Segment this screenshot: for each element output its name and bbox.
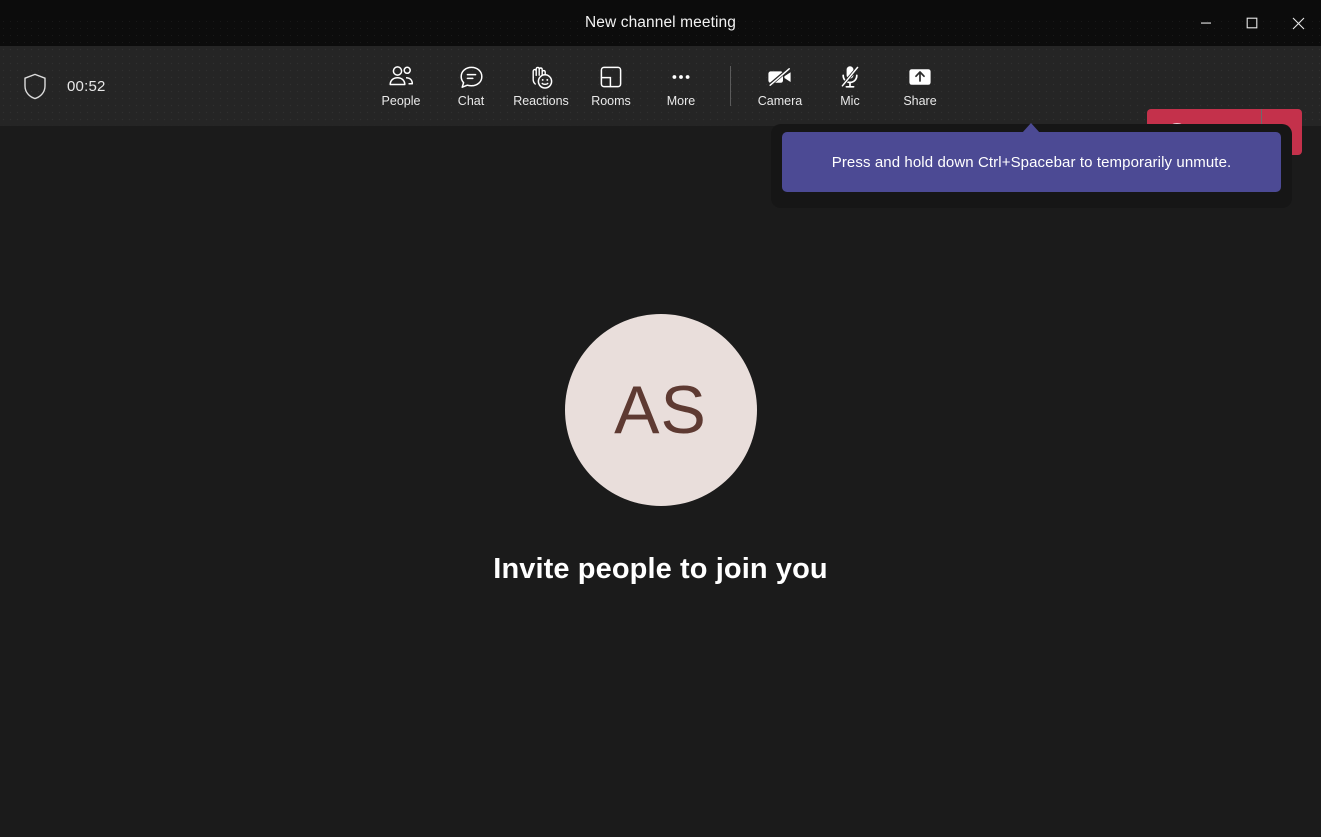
shield-icon[interactable] <box>18 69 52 103</box>
page-title: Invite people to join you <box>493 553 828 585</box>
people-icon <box>388 64 414 90</box>
close-button[interactable] <box>1275 0 1321 46</box>
people-button[interactable]: People <box>366 55 436 117</box>
title-bar: New channel meeting <box>0 0 1321 46</box>
reactions-icon <box>528 64 554 90</box>
chat-icon <box>459 64 484 90</box>
mic-tooltip: Press and hold down Ctrl+Spacebar to tem… <box>782 132 1281 192</box>
camera-button[interactable]: Camera <box>745 55 815 117</box>
rooms-button[interactable]: Rooms <box>576 55 646 117</box>
minimize-button[interactable] <box>1183 0 1229 46</box>
toolbar-center-group: People Chat Reactions Rooms More Camera … <box>0 46 1321 126</box>
more-icon <box>669 64 693 90</box>
meeting-stage: AS Invite people to join you <box>0 126 1321 837</box>
people-label: People <box>381 94 421 109</box>
meeting-toolbar: 00:52 People Chat Reactions Rooms More C… <box>0 46 1321 155</box>
toolbar-media-actions: Camera Mic Share <box>745 55 955 117</box>
window-title: New channel meeting <box>585 14 736 31</box>
meeting-timer: 00:52 <box>67 77 106 95</box>
tooltip-text: Press and hold down Ctrl+Spacebar to tem… <box>831 153 1232 171</box>
more-label: More <box>666 94 696 109</box>
camera-label: Camera <box>757 94 803 109</box>
chat-label: Chat <box>457 94 485 109</box>
tooltip-arrow-icon <box>1022 123 1040 133</box>
toolbar-divider <box>730 66 731 106</box>
reactions-label: Reactions <box>513 94 569 109</box>
stage-content: AS Invite people to join you <box>0 126 1321 774</box>
more-button[interactable]: More <box>646 55 716 117</box>
teams-meeting-window: New channel meeting 00:52 People Chat Re… <box>0 0 1321 837</box>
mic-off-icon <box>838 64 862 90</box>
minimize-icon <box>1200 17 1212 29</box>
share-label: Share <box>903 94 937 109</box>
window-controls <box>1183 0 1321 46</box>
camera-off-icon <box>766 64 794 90</box>
mic-label: Mic <box>840 94 860 109</box>
share-icon <box>906 64 934 90</box>
chat-button[interactable]: Chat <box>436 55 506 117</box>
maximize-icon <box>1246 17 1258 29</box>
toolbar-left-group: 00:52 <box>18 46 106 126</box>
reactions-button[interactable]: Reactions <box>506 55 576 117</box>
toolbar-primary-actions: People Chat Reactions Rooms More <box>366 55 716 117</box>
rooms-label: Rooms <box>591 94 631 109</box>
rooms-icon <box>599 64 623 90</box>
avatar: AS <box>564 314 757 506</box>
share-button[interactable]: Share <box>885 55 955 117</box>
maximize-button[interactable] <box>1229 0 1275 46</box>
close-icon <box>1292 17 1305 30</box>
avatar-initials: AS <box>614 372 707 448</box>
mic-button[interactable]: Mic <box>815 55 885 117</box>
